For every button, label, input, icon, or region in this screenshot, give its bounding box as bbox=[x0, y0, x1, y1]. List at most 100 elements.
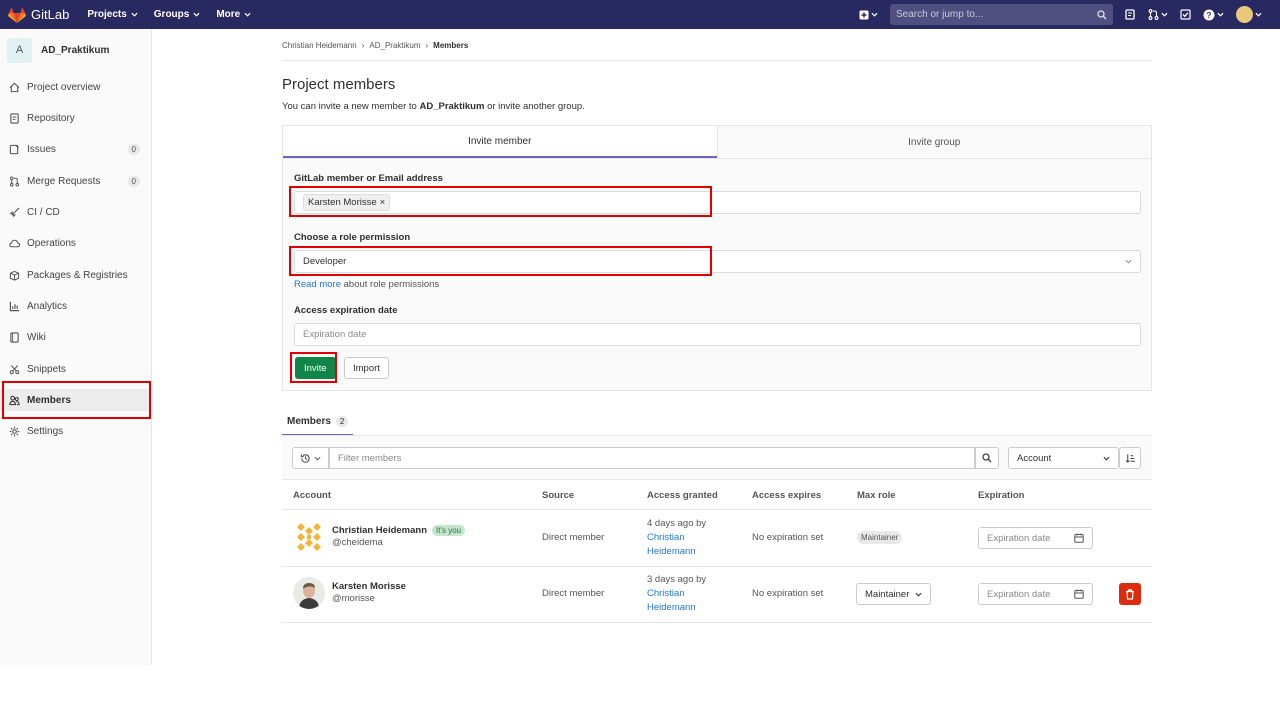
sidebar-item-label: Packages & Registries bbox=[27, 269, 128, 281]
project-avatar: A bbox=[7, 37, 32, 63]
document-icon bbox=[10, 112, 19, 124]
breadcrumb-user[interactable]: Christian Heidemann bbox=[282, 41, 357, 50]
sidebar-item-label: Operations bbox=[27, 237, 76, 249]
import-button[interactable]: Import bbox=[344, 357, 389, 379]
granted-by-link[interactable]: Christian bbox=[647, 532, 685, 543]
more-menu[interactable]: More bbox=[216, 9, 251, 20]
package-icon bbox=[9, 270, 20, 281]
invite-panel: Invite member Invite group GitLab member… bbox=[282, 125, 1152, 391]
sidebar-item-merge-requests[interactable]: Merge Requests 0 bbox=[0, 170, 152, 192]
expiration-date-picker[interactable]: Expiration date bbox=[978, 527, 1093, 549]
role-field-label: Choose a role permission bbox=[294, 232, 411, 243]
gear-icon bbox=[9, 426, 20, 436]
granted-by-link[interactable]: Christian bbox=[647, 588, 685, 599]
role-badge: Maintainer bbox=[857, 531, 903, 544]
gitlab-logo[interactable]: GitLab bbox=[8, 6, 70, 23]
member-token[interactable]: Karsten Morisse × bbox=[303, 194, 391, 211]
avatar[interactable] bbox=[293, 577, 325, 609]
filter-search-button[interactable] bbox=[975, 447, 999, 469]
merge-request-icon bbox=[1148, 9, 1159, 20]
chevron-down-icon bbox=[1125, 259, 1132, 264]
page-title: Project members bbox=[282, 76, 396, 93]
its-you-badge: It's you bbox=[432, 525, 466, 536]
member-name[interactable]: Christian Heidemann It's you bbox=[332, 525, 466, 536]
chevron-down-icon bbox=[1103, 456, 1110, 461]
description-project: AD_Praktikum bbox=[419, 101, 485, 112]
project-name: AD_Praktikum bbox=[41, 44, 110, 56]
chevron-down-icon bbox=[244, 12, 251, 17]
invite-button[interactable]: Invite bbox=[295, 357, 336, 379]
sidebar-item-ci-cd[interactable]: CI / CD bbox=[0, 201, 152, 223]
calendar-icon bbox=[1074, 589, 1084, 599]
sidebar-item-issues[interactable]: Issues 0 bbox=[0, 138, 152, 160]
breadcrumb-separator: › bbox=[361, 41, 365, 50]
sidebar-item-settings[interactable]: Settings bbox=[0, 420, 152, 442]
history-icon bbox=[300, 453, 310, 463]
tab-members[interactable]: Members 2 bbox=[282, 408, 354, 436]
tab-invite-member[interactable]: Invite member bbox=[283, 126, 717, 158]
table-row: Karsten Morisse @morisse Direct member 3… bbox=[282, 566, 1152, 623]
sort-select-value: Account bbox=[1017, 452, 1052, 464]
todo-icon[interactable] bbox=[1180, 9, 1191, 20]
sidebar-item-label: Merge Requests bbox=[27, 175, 101, 187]
read-more-suffix: about role permissions bbox=[341, 279, 440, 290]
sidebar-item-operations[interactable]: Operations bbox=[0, 232, 152, 254]
merge-requests-dropdown[interactable] bbox=[1148, 9, 1168, 20]
tab-invite-group[interactable]: Invite group bbox=[716, 126, 1151, 158]
user-menu[interactable] bbox=[1236, 6, 1262, 23]
sidebar-item-label: CI / CD bbox=[27, 206, 60, 218]
groups-menu[interactable]: Groups bbox=[154, 9, 201, 20]
column-expiration: Expiration bbox=[978, 490, 1025, 501]
sidebar-item-analytics[interactable]: Analytics bbox=[0, 295, 152, 317]
issues-count-badge: 0 bbox=[127, 143, 140, 155]
remove-token-icon[interactable]: × bbox=[380, 197, 386, 208]
sidebar-item-label: Issues bbox=[27, 143, 56, 155]
identicon-image bbox=[293, 521, 325, 553]
users-icon bbox=[9, 395, 20, 405]
filter-members-input[interactable]: Filter members bbox=[329, 447, 975, 469]
chevron-down-icon bbox=[314, 456, 321, 461]
sort-ascending-icon bbox=[1125, 453, 1135, 463]
table-row: Christian Heidemann It's you @cheidema D… bbox=[282, 510, 1152, 567]
max-role-select[interactable]: Maintainer bbox=[856, 583, 931, 605]
search-icon bbox=[982, 453, 992, 463]
sidebar-item-packages-registries[interactable]: Packages & Registries bbox=[0, 264, 152, 286]
brand-name: GitLab bbox=[31, 7, 70, 22]
member-search-field[interactable]: Karsten Morisse × bbox=[294, 191, 1141, 214]
sort-direction-button[interactable] bbox=[1119, 447, 1141, 469]
cloud-gear-icon bbox=[9, 239, 20, 247]
chevron-down-icon bbox=[131, 12, 138, 17]
remove-member-button[interactable] bbox=[1119, 583, 1141, 605]
expiration-date-picker[interactable]: Expiration date bbox=[978, 583, 1093, 605]
role-select[interactable]: Developer bbox=[294, 250, 1141, 273]
breadcrumb-project[interactable]: AD_Praktikum bbox=[369, 41, 420, 50]
expiration-placeholder: Expiration date bbox=[303, 329, 367, 340]
sidebar-item-project-overview[interactable]: Project overview bbox=[0, 76, 152, 98]
expiration-date-field[interactable]: Expiration date bbox=[294, 323, 1141, 346]
scissors-icon bbox=[9, 364, 20, 374]
projects-menu[interactable]: Projects bbox=[87, 9, 138, 20]
member-source: Direct member bbox=[542, 588, 605, 599]
help-dropdown[interactable]: ? bbox=[1203, 9, 1224, 21]
avatar[interactable] bbox=[293, 521, 325, 553]
sort-select[interactable]: Account bbox=[1008, 447, 1119, 469]
description-text: You can invite a new member to bbox=[282, 101, 420, 112]
sidebar-item-snippets[interactable]: Snippets bbox=[0, 358, 152, 380]
sidebar-item-wiki[interactable]: Wiki bbox=[0, 326, 152, 348]
sidebar-item-label: Snippets bbox=[27, 363, 66, 375]
granted-by-link[interactable]: Heidemann bbox=[647, 546, 696, 557]
read-more-link[interactable]: Read more bbox=[294, 279, 341, 290]
member-name[interactable]: Karsten Morisse bbox=[332, 581, 406, 592]
sidebar-item-members[interactable]: Members bbox=[0, 389, 152, 411]
breadcrumb-current[interactable]: Members bbox=[433, 41, 468, 50]
project-header[interactable]: A AD_Praktikum bbox=[0, 29, 151, 71]
help-icon: ? bbox=[1203, 9, 1215, 20]
invite-description: You can invite a new member to AD_Prakti… bbox=[282, 101, 585, 112]
issues-icon[interactable] bbox=[1125, 9, 1136, 20]
new-dropdown[interactable] bbox=[859, 10, 878, 20]
sidebar-item-repository[interactable]: Repository bbox=[0, 107, 152, 129]
search-input[interactable]: Search or jump to... bbox=[890, 4, 1113, 25]
recent-searches-button[interactable] bbox=[292, 447, 329, 469]
granted-by-link[interactable]: Heidemann bbox=[647, 602, 696, 613]
sidebar-item-label: Analytics bbox=[27, 300, 68, 312]
